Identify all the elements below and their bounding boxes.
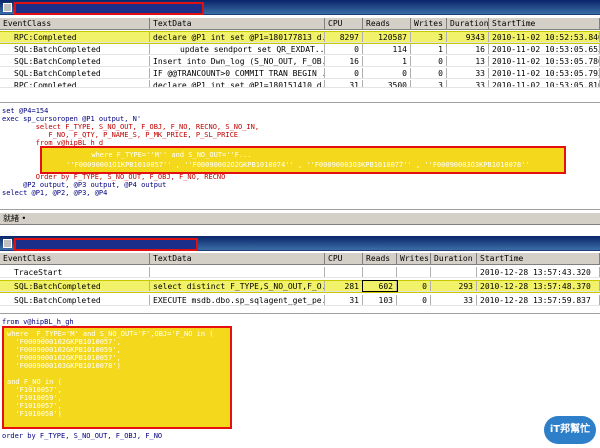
redacted-title bbox=[14, 2, 204, 15]
col-duration[interactable]: Duration bbox=[431, 253, 477, 264]
col-cpu[interactable]: CPU bbox=[325, 18, 363, 29]
itbang-logo: iT邦幫忙 bbox=[544, 416, 596, 444]
table-row[interactable]: SQL:BatchCompleted update sendport set Q… bbox=[0, 44, 600, 55]
col-reads[interactable]: Reads bbox=[363, 253, 397, 264]
table-row[interactable]: TraceStart 2010-12-28 13:57:43.320 bbox=[0, 267, 600, 278]
col-eventclass[interactable]: EventClass bbox=[0, 18, 150, 29]
top-trace-titlebar bbox=[0, 0, 600, 15]
top-event-grid: EventClass TextData CPU Reads Writes Dur… bbox=[0, 18, 600, 100]
col-writes[interactable]: Writes bbox=[397, 253, 431, 264]
grid-header: EventClass TextData CPU Reads Writes Dur… bbox=[0, 18, 600, 30]
col-duration[interactable]: Duration bbox=[447, 18, 489, 29]
table-row[interactable]: SQL:BatchCompleted IF @@TRANCOUNT>0 COMM… bbox=[0, 68, 600, 79]
col-textdata[interactable]: TextData bbox=[150, 253, 325, 264]
table-row[interactable]: RPC:Completed declare @P1 int set @P1=18… bbox=[0, 31, 600, 44]
highlight-box: where F_TYPE=''M'' and S_NO_OUT=''F... '… bbox=[40, 146, 566, 174]
grid-header: EventClass TextData CPU Reads Writes Dur… bbox=[0, 253, 600, 265]
redacted-title bbox=[14, 238, 198, 251]
top-textdata-pane[interactable]: set @P4=154 exec sp_cursoropen @P1 outpu… bbox=[0, 102, 600, 210]
table-row[interactable]: RPC:Completed declare @P1 int set @P1=18… bbox=[0, 80, 600, 88]
table-row[interactable]: SQL:BatchCompleted EXECUTE msdb.dbo.sp_s… bbox=[0, 295, 600, 306]
bottom-textdata-pane[interactable]: from v@hipBL_h_gh where F_TYPE='M' and S… bbox=[0, 313, 600, 448]
col-eventclass[interactable]: EventClass bbox=[0, 253, 150, 264]
trace-window-icon bbox=[3, 239, 12, 248]
bottom-event-grid: EventClass TextData CPU Reads Writes Dur… bbox=[0, 253, 600, 311]
bottom-trace-titlebar bbox=[0, 236, 600, 251]
status-bar: 就緒 • bbox=[0, 212, 600, 225]
col-writes[interactable]: Writes bbox=[411, 18, 447, 29]
trace-window-icon bbox=[3, 3, 12, 12]
col-starttime[interactable]: StartTime bbox=[477, 253, 600, 264]
col-cpu[interactable]: CPU bbox=[325, 253, 363, 264]
col-reads[interactable]: Reads bbox=[363, 18, 411, 29]
table-row[interactable]: SQL:BatchCompleted select distinct F_TYP… bbox=[0, 280, 600, 293]
highlight-box: where F_TYPE='M' and S_NO_OUT='F',OBJ='F… bbox=[2, 326, 232, 429]
table-row[interactable]: SQL:BatchCompleted Insert into Dwn_log (… bbox=[0, 56, 600, 67]
col-starttime[interactable]: StartTime bbox=[489, 18, 600, 29]
col-textdata[interactable]: TextData bbox=[150, 18, 325, 29]
